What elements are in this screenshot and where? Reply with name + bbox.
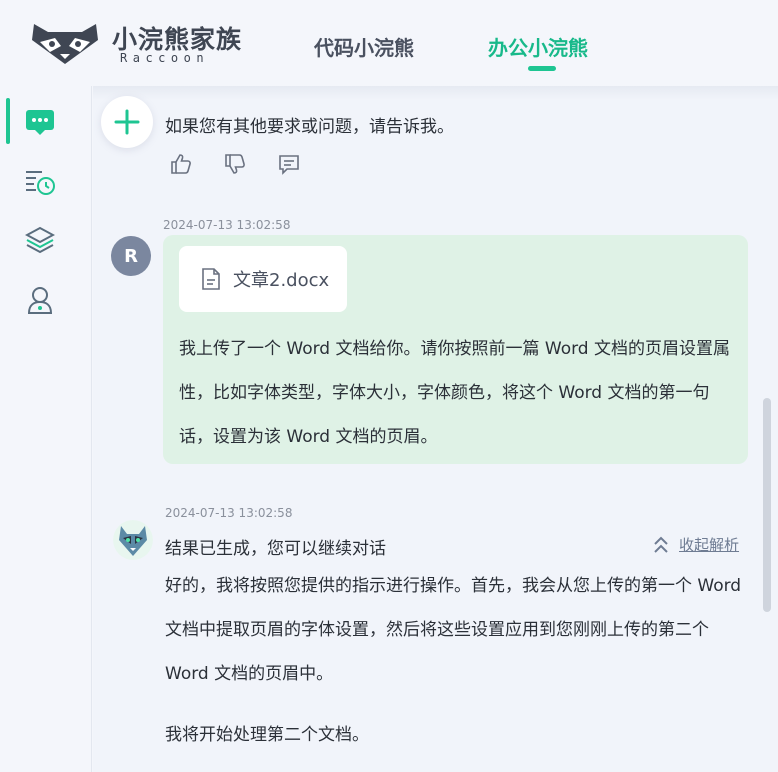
top-fade — [93, 86, 778, 100]
app-window: 小浣熊家族 Raccoon 代码小浣熊 办公小浣熊 如果您有其他要求或问题，请告… — [0, 0, 778, 772]
new-chat-button[interactable] — [101, 96, 153, 148]
tab-office-raccoon[interactable]: 办公小浣熊 — [488, 32, 588, 61]
user-message-text: 我上传了一个 Word 文档给你。请你按照前一篇 Word 文档的页眉设置属性，… — [179, 339, 731, 447]
scrollbar-thumb[interactable] — [763, 398, 771, 612]
user-message-bubble: 文章2.docx 我上传了一个 Word 文档给你。请你按照前一篇 Word 文… — [163, 235, 748, 464]
plus-icon — [114, 109, 140, 135]
thumbs-up-icon[interactable] — [169, 152, 193, 176]
user-message-timestamp: 2024-07-13 13:02:58 — [163, 218, 291, 232]
bot-avatar — [113, 520, 153, 560]
bot-message-timestamp: 2024-07-13 13:02:58 — [165, 506, 293, 520]
previous-reply-text: 如果您有其他要求或问题，请告诉我。 — [165, 117, 454, 137]
sidebar — [0, 86, 92, 772]
sidebar-item-chat[interactable] — [24, 106, 56, 138]
thumbs-down-icon[interactable] — [223, 152, 247, 176]
double-chevron-up-icon — [654, 536, 668, 553]
layers-icon — [25, 226, 55, 254]
user-avatar: R — [111, 236, 151, 276]
raccoon-avatar-icon — [113, 520, 153, 560]
bot-reply-paragraph-2: 我将开始处理第二个文档。 — [165, 725, 369, 745]
history-icon — [26, 171, 55, 195]
user-icon — [27, 287, 53, 314]
raccoon-logo-icon[interactable] — [28, 20, 102, 66]
active-tab-indicator — [528, 66, 556, 71]
sidebar-item-history[interactable] — [24, 166, 56, 198]
sidebar-active-indicator — [6, 98, 10, 144]
attachment-card[interactable]: 文章2.docx — [179, 246, 347, 312]
sidebar-item-layers[interactable] — [24, 224, 56, 256]
chat-icon — [26, 110, 54, 135]
tab-code-raccoon[interactable]: 代码小浣熊 — [314, 32, 414, 61]
header: 小浣熊家族 Raccoon 代码小浣熊 办公小浣熊 — [0, 0, 778, 86]
bot-reply-paragraph-1: 好的，我将按照您提供的指示进行操作。首先，我会从您上传的第一个 Word 文档中… — [165, 576, 742, 684]
logo-subtitle: Raccoon — [120, 51, 210, 65]
collapse-analysis-button[interactable]: 收起解析 — [653, 534, 739, 555]
attachment-name: 文章2.docx — [233, 270, 330, 291]
document-icon — [202, 268, 220, 290]
sidebar-item-user[interactable] — [24, 284, 56, 316]
comment-icon[interactable] — [277, 152, 301, 176]
collapse-analysis-label: 收起解析 — [679, 536, 740, 554]
bot-status-text: 结果已生成，您可以继续对话 — [165, 539, 386, 559]
conversation-panel: 如果您有其他要求或问题，请告诉我。 2024-07-13 13:02:58 R … — [93, 86, 778, 772]
